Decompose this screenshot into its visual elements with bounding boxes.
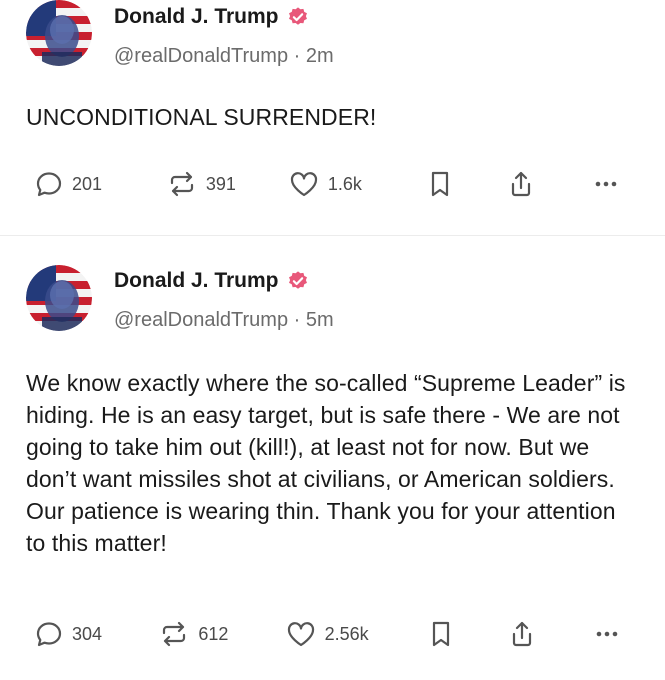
post-time[interactable]: · 2m — [294, 45, 334, 67]
author-name[interactable]: Donald J. Trump — [114, 5, 279, 29]
like-button[interactable]: 2.56k — [285, 619, 429, 649]
repost-count: 612 — [198, 623, 229, 644]
share-icon — [507, 169, 535, 199]
repost-button[interactable]: 612 — [158, 619, 284, 649]
share-button[interactable] — [508, 619, 592, 649]
post-actions: 201 391 1.6k — [34, 168, 631, 200]
share-icon — [508, 619, 536, 649]
post-meta: Donald J. Trump @realDonaldTrump · 5m — [114, 267, 334, 332]
name-row: Donald J. Trump — [114, 267, 334, 295]
post[interactable]: Donald J. Trump @realDonaldTrump · 2m UN… — [0, 0, 665, 235]
avatar[interactable] — [26, 265, 92, 331]
verified-badge-icon — [287, 6, 309, 28]
like-count: 2.56k — [324, 623, 369, 644]
share-button[interactable] — [507, 169, 591, 199]
handle-row: @realDonaldTrump · 5m — [114, 309, 334, 332]
reply-button[interactable]: 201 — [34, 169, 166, 199]
author-handle[interactable]: @realDonaldTrump — [114, 45, 288, 67]
post-header: Donald J. Trump @realDonaldTrump · 2m — [26, 0, 641, 68]
more-options-button[interactable] — [592, 619, 631, 649]
name-row: Donald J. Trump — [114, 3, 334, 31]
author-name[interactable]: Donald J. Trump — [114, 269, 279, 293]
repost-count: 391 — [205, 173, 236, 194]
repost-button[interactable]: 391 — [166, 169, 288, 199]
reply-count: 304 — [72, 623, 103, 644]
bookmark-icon — [428, 169, 452, 199]
reply-button[interactable]: 304 — [34, 619, 158, 649]
verified-badge-icon — [287, 270, 309, 292]
bookmark-button[interactable] — [429, 619, 508, 649]
like-count: 1.6k — [327, 173, 362, 194]
bookmark-icon — [429, 619, 453, 649]
post-text: We know exactly where the so-called “Sup… — [26, 370, 626, 556]
post-meta: Donald J. Trump @realDonaldTrump · 2m — [114, 3, 334, 68]
handle-row: @realDonaldTrump · 2m — [114, 45, 334, 68]
post-text: UNCONDITIONAL SURRENDER! — [26, 104, 377, 130]
post-time[interactable]: · 5m — [294, 309, 334, 331]
avatar[interactable] — [26, 0, 92, 66]
reply-count: 201 — [72, 173, 103, 194]
like-button[interactable]: 1.6k — [288, 169, 428, 199]
heart-icon — [285, 619, 317, 649]
repost-arrows-icon — [158, 619, 190, 649]
more-dots-icon — [592, 619, 622, 649]
speech-bubble-icon — [34, 169, 64, 199]
author-handle[interactable]: @realDonaldTrump — [114, 309, 288, 331]
speech-bubble-icon — [34, 619, 64, 649]
more-dots-icon — [591, 169, 621, 199]
post[interactable]: Donald J. Trump @realDonaldTrump · 5m We… — [0, 235, 665, 680]
post-actions: 304 612 2.56k — [34, 618, 631, 650]
post-header: Donald J. Trump @realDonaldTrump · 5m — [26, 236, 641, 332]
heart-icon — [288, 169, 320, 199]
more-options-button[interactable] — [591, 169, 631, 199]
repost-arrows-icon — [166, 169, 198, 199]
bookmark-button[interactable] — [428, 169, 507, 199]
